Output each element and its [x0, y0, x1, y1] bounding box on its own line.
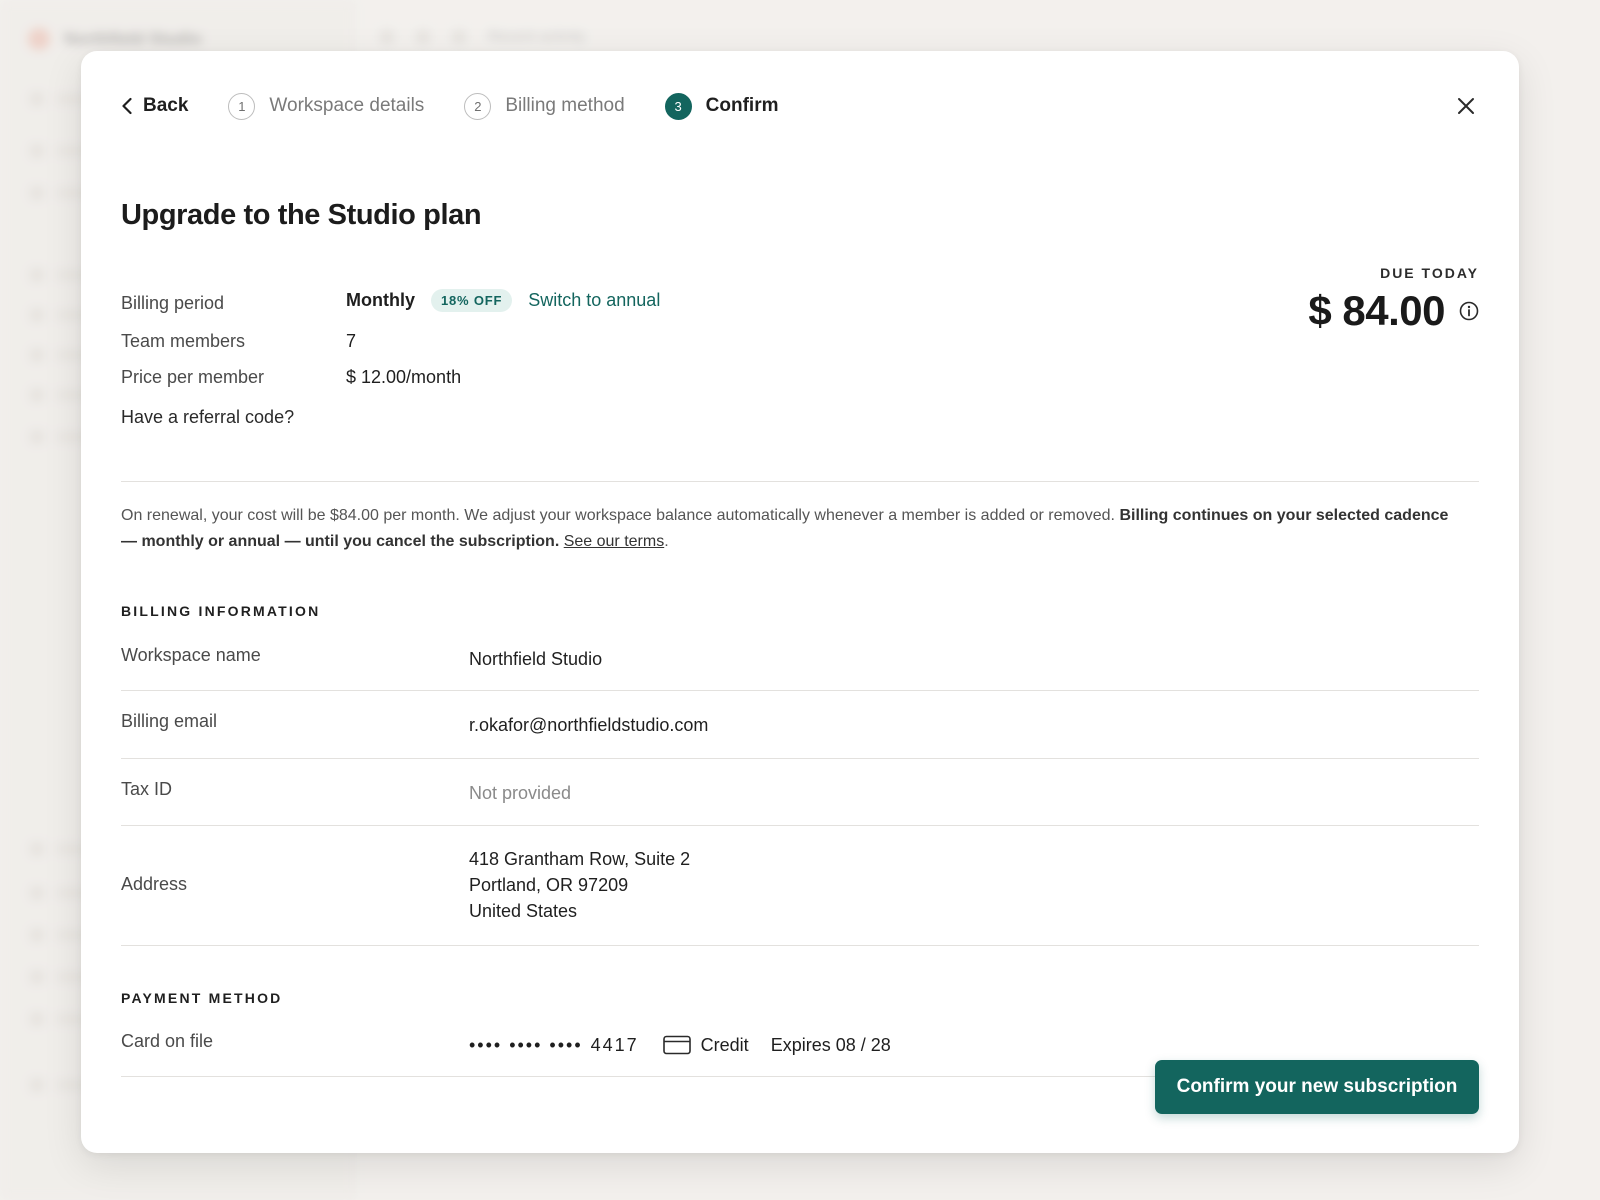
info-row-workspace-name: Workspace name Northfield Studio [121, 631, 1479, 691]
step-label: Confirm [705, 95, 779, 116]
payment-method-heading: PAYMENT METHOD [121, 990, 283, 1006]
due-amount: $ 84.00 [1308, 287, 1445, 334]
step-number: 1 [228, 92, 256, 120]
divider [121, 481, 1479, 482]
billing-period-value: Monthly 18% OFF Switch to annual [346, 289, 660, 312]
credit-card-icon [662, 1035, 691, 1055]
info-row-tax-id: Tax ID Not provided [121, 759, 1479, 826]
terms-link[interactable]: See our terms [564, 533, 664, 550]
card-type: Credit [662, 1032, 749, 1058]
team-members-value: 7 [346, 331, 357, 351]
step-workspace-details[interactable]: 1 Workspace details [228, 92, 425, 120]
back-button[interactable]: Back [121, 95, 188, 117]
step-number: 3 [664, 92, 692, 120]
info-row-billing-email: Billing email r.okafor@northfieldstudio.… [121, 691, 1479, 759]
card-last4: 4417 [590, 1035, 639, 1055]
address-line: United States [469, 901, 578, 921]
address-value: 418 Grantham Row, Suite 2 Portland, OR 9… [469, 846, 690, 924]
billing-period-text: Monthly [346, 290, 415, 310]
page-title: Upgrade to the Studio plan [121, 199, 482, 231]
close-button[interactable] [1453, 93, 1479, 119]
info-label: Billing email [121, 711, 218, 731]
chevron-left-icon [122, 97, 132, 115]
stepper-nav: Back 1 Workspace details 2 Billing metho… [121, 91, 778, 121]
referral-code-link[interactable]: Have a referral code? [121, 407, 294, 428]
switch-to-annual-link[interactable]: Switch to annual [528, 290, 660, 311]
confirm-subscription-button[interactable]: Confirm your new subscription [1155, 1060, 1479, 1114]
discount-badge: 18% OFF [431, 289, 513, 312]
due-today: DUE TODAY $ 84.00 [1308, 265, 1479, 335]
card-details: •••• •••• •••• 4417 Credit Expires 08 / … [469, 1032, 891, 1058]
info-label: Card on file [121, 1031, 214, 1051]
info-label: Address [121, 874, 188, 894]
card-masked-number: •••• •••• •••• [469, 1035, 583, 1055]
renewal-text: On renewal, your cost will be $84.00 per… [121, 507, 1120, 524]
info-label: Workspace name [121, 645, 261, 665]
address-line: Portland, OR 97209 [469, 875, 629, 895]
due-amount-row: $ 84.00 [1308, 287, 1479, 335]
step-billing-method[interactable]: 2 Billing method [464, 92, 625, 120]
team-members-label: Team members [121, 331, 246, 351]
price-per-member-label: Price per member [121, 367, 265, 387]
due-today-label: DUE TODAY [1380, 265, 1479, 281]
info-value: Not provided [469, 783, 572, 803]
renewal-notice: On renewal, your cost will be $84.00 per… [121, 503, 1459, 555]
back-label: Back [143, 95, 189, 116]
billing-period-label: Billing period [121, 293, 225, 313]
info-icon[interactable] [1459, 301, 1479, 321]
price-per-member-value: $ 12.00/month [346, 367, 462, 387]
renewal-end: . [664, 533, 669, 550]
step-confirm: 3 Confirm [664, 92, 779, 120]
close-icon [1458, 98, 1474, 114]
card-expiry: Expires 08 / 28 [770, 1035, 891, 1055]
address-line: 418 Grantham Row, Suite 2 [469, 849, 691, 869]
billing-information-heading: BILLING INFORMATION [121, 603, 321, 619]
step-number: 2 [464, 92, 492, 120]
upgrade-modal: Back 1 Workspace details 2 Billing metho… [81, 51, 1519, 1153]
info-row-address: Address 418 Grantham Row, Suite 2 Portla… [121, 826, 1479, 946]
info-label: Tax ID [121, 779, 173, 799]
info-value: Northfield Studio [469, 649, 603, 669]
info-value: r.okafor@northfieldstudio.com [469, 715, 709, 735]
step-label: Billing method [505, 95, 625, 116]
step-label: Workspace details [269, 95, 425, 116]
card-type-label: Credit [700, 1035, 749, 1055]
